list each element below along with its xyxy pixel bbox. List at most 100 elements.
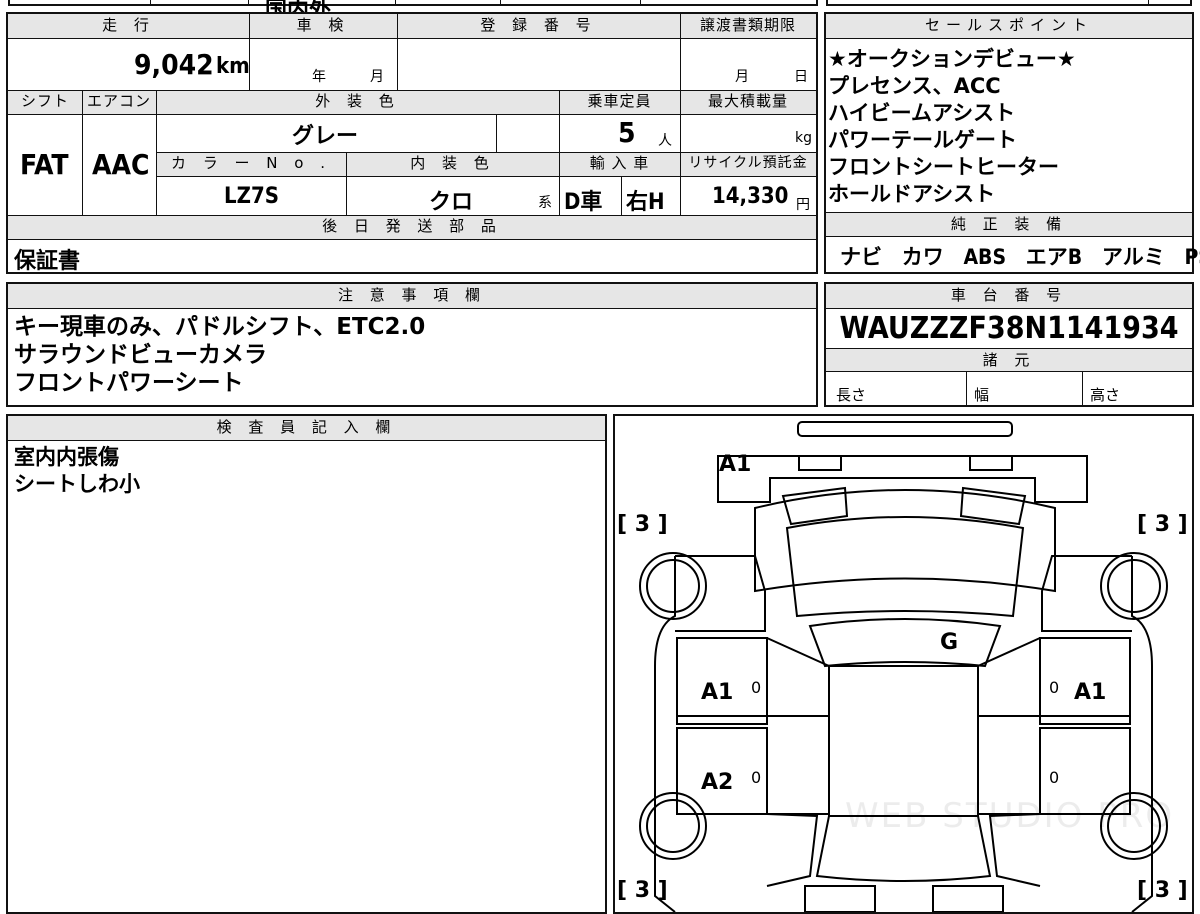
watermark: WEB STUDIO PRO [845,796,1175,836]
equipment-panel: 純 正 装 備 ナビ カワ ABS エアB アルミ PS PW [824,212,1200,274]
header-exterior-color: 外 装 色 [156,90,559,114]
interior-color-value: クロ [429,190,474,215]
inspector-header: 検 査 員 記 入 欄 [8,416,605,440]
sales-point-line: フロントシートヒーター [828,155,1059,179]
header-recycle: リサイクル預託金 [680,152,816,176]
right-headlight-shape [969,455,1013,471]
mark-right-front-door: A1 [1074,680,1107,705]
rear-bar-shape [804,885,876,912]
color-no-value: LZ7S [224,184,279,209]
left-quarter-shape [766,813,819,887]
equipment-header: 純 正 装 備 [826,213,1192,236]
notes-panel: 注 意 事 項 欄 キー現車のみ、パドルシフト、ETC2.0 サラウンドビューカ… [6,282,818,407]
equipment-item: アルミ [1101,245,1165,269]
rear-left-wheel-outer [639,792,707,860]
header-capacity: 乗車定員 [559,90,680,114]
header-import: 輸 入 車 [559,152,680,176]
interior-suffix: 系 [538,195,552,211]
hood-shape [754,489,1056,593]
front-bar-shape [797,421,1013,437]
import-type: D車 [564,190,603,215]
sales-points-list: ★オークションデビュー★ プレセンス、ACC ハイビームアシスト パワーテールゲ… [828,46,1076,208]
equipment-list: ナビ カワ ABS エアB アルミ PS PW [840,241,1200,271]
mark-lf-zero: 0 [751,678,762,697]
mark-front-left-wheel: [ 3 ] [617,512,668,537]
front-right-wheel-outer [1100,552,1168,620]
sales-point-line: パワーテールゲート [828,128,1017,152]
header-max-load: 最大積載量 [680,90,816,114]
chassis-panel: 車 台 番 号 WAUZZZF38N1141934 諸 元 長さ 幅 高さ [824,282,1194,407]
header-color-no: カ ラ ー N o . [156,152,346,176]
front-left-wheel-inner [646,559,700,613]
inspection-year: 年 [312,69,326,85]
inspector-line: 室内内張傷 [14,445,119,469]
shift-value: FAT [20,148,69,181]
note-line: サラウンドビューカメラ [14,342,267,368]
handle-position: 右H [626,190,665,215]
equipment-item: PS [1184,245,1200,269]
header-mileage: 走 行 [8,14,249,38]
front-right-wheel-inner [1107,559,1161,613]
max-load-unit: kg [795,130,812,146]
cabin-roof-shape [828,665,979,817]
header-later-parts: 後 日 発 送 部 品 [8,215,816,239]
notes-header: 注 意 事 項 欄 [8,284,816,308]
chassis-header: 車 台 番 号 [826,284,1192,308]
capacity-unit: 人 [658,133,672,149]
exterior-color-value: グレー [292,124,359,149]
recycle-value: 14,330 [712,184,789,209]
mark-lr-zero: 0 [751,768,762,787]
sales-point-line: ★オークションデビュー★ [828,47,1076,71]
car-diagram [639,421,1168,912]
aircon-value: AAC [92,148,150,181]
equipment-item: ABS [963,245,1007,269]
body-outline [654,556,1153,912]
vehicle-info-table: 走 行 車 検 登 録 番 号 譲渡書類期限 シフト エアコン 外 装 色 乗車… [6,12,818,274]
car-diagram-panel: A1 [ 3 ] [ 3 ] G A1 A1 A2 0 0 0 0 [ 3 ] … [613,414,1194,914]
front-left-wheel-outer [639,552,707,620]
deadline-day: 日 [794,69,808,85]
left-fender-shape [675,555,766,632]
header-registration-number: 登 録 番 号 [397,14,680,38]
sales-points-header: セールスポイント [826,14,1192,38]
inspection-month: 月 [370,69,384,85]
mark-left-front-door: A1 [701,680,734,705]
inspector-panel: 検 査 員 記 入 欄 室内内張傷 シートしわ小 [6,414,607,914]
windshield-shape [785,516,1025,618]
rear-bar-shape-right [932,885,1004,912]
note-line: フロントパワーシート [14,370,244,396]
mileage-unit: km [216,54,250,79]
notes-list: キー現車のみ、パドルシフト、ETC2.0 サラウンドビューカメラ フロントパワー… [14,313,425,397]
chassis-number: WAUZZZF38N1141934 [839,311,1179,346]
equipment-item: カワ [901,245,944,269]
header-transfer-deadline: 譲渡書類期限 [680,14,816,38]
header-shift: シフト [8,90,82,114]
mark-rr-zero: 0 [1049,768,1060,787]
later-parts-value: 保証書 [14,249,81,274]
sales-points-panel: セールスポイント ★オークションデビュー★ プレセンス、ACC ハイビームアシス… [824,12,1194,237]
capacity-value: 5 [618,116,636,149]
header-interior-color: 内 装 色 [346,152,559,176]
left-headlight-shape [798,455,842,471]
inspector-list: 室内内張傷 シートしわ小 [14,444,140,498]
recycle-unit: 円 [796,197,810,213]
mark-left-rear-door: A2 [701,770,734,795]
note-line: キー現車のみ、パドルシフト、ETC2.0 [14,314,426,340]
mark-front-bumper: A1 [719,452,752,477]
sales-point-line: ホールドアシスト [828,182,996,206]
mileage-value: 9,042 [134,48,214,81]
equipment-item: ナビ [840,245,882,269]
mark-rear-right-wheel: [ 3 ] [1137,878,1188,903]
header-aircon: エアコン [82,90,156,114]
mark-front-right-wheel: [ 3 ] [1137,512,1188,537]
mark-windshield: G [940,630,959,655]
deadline-month: 月 [735,69,749,85]
specs-header: 諸 元 [826,349,1192,371]
top-strip: 国内外 [0,0,1200,23]
inspector-line: シートしわ小 [14,472,140,496]
sales-point-line: ハイビームアシスト [828,101,1016,125]
sales-point-line: プレセンス、ACC [828,74,1001,98]
front-bumper-shape [717,455,1088,503]
header-inspection: 車 検 [249,14,397,38]
mark-rear-left-wheel: [ 3 ] [617,878,668,903]
